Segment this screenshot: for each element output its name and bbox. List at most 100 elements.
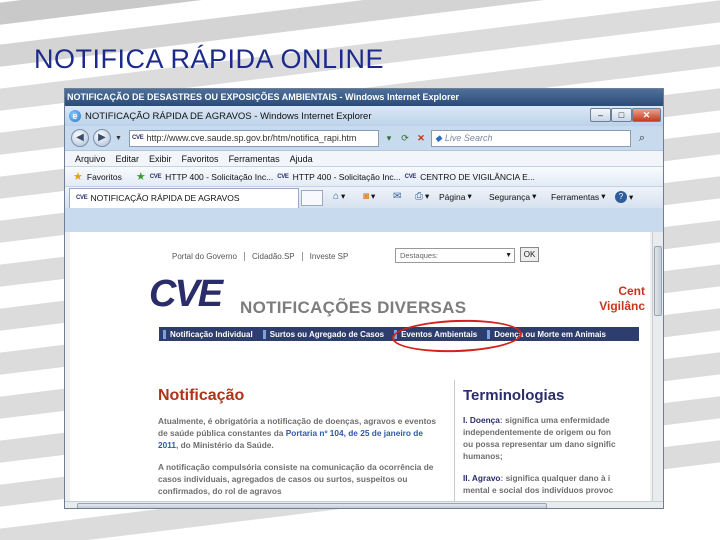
term-doenca-line: : significa uma enfermidade bbox=[499, 415, 610, 425]
cve-logo: CVE bbox=[149, 273, 223, 315]
browser-screenshot: NOTIFICAÇÃO DE DESASTRES OU EXPOSIÇÕES A… bbox=[64, 88, 664, 509]
print-icon: ⎙ bbox=[415, 191, 423, 202]
menu-favoritos[interactable]: Favoritos bbox=[182, 154, 219, 164]
highlight-circle bbox=[391, 317, 523, 355]
add-favorite-icon[interactable]: ★ bbox=[136, 170, 146, 183]
notificacao-paragraph-1: Atualmente, é obrigatória a notificação … bbox=[158, 415, 438, 451]
term-doenca: I. Doença: significa uma enfermidade ind… bbox=[463, 414, 650, 462]
fav-favicon-icon: CVE bbox=[277, 173, 289, 180]
horizontal-scroll-thumb[interactable] bbox=[77, 503, 547, 508]
slide-title: NOTIFICA RÁPIDA ONLINE bbox=[34, 44, 385, 74]
link-portal-governo[interactable]: Portal do Governo bbox=[165, 252, 245, 261]
tools-menu[interactable]: Ferramentas ▾ bbox=[551, 191, 605, 202]
horizontal-scrollbar[interactable] bbox=[65, 501, 663, 508]
top-links: Portal do Governo Cidadão.SP Investe SP bbox=[165, 252, 355, 261]
ie-logo-icon: e bbox=[69, 110, 81, 122]
page-viewport: Portal do Governo Cidadão.SP Investe SP … bbox=[65, 232, 663, 508]
address-bar[interactable]: CVE http://www.cve.saude.sp.gov.br/htm/n… bbox=[129, 129, 379, 147]
p1-text-end: , do Ministério da Saúde. bbox=[176, 440, 274, 450]
help-icon: ? bbox=[615, 191, 627, 203]
new-tab-button[interactable] bbox=[301, 189, 323, 206]
favorites-bar: ★ Favoritos ★ CVE HTTP 400 - Solicitação… bbox=[65, 166, 663, 186]
destaques-select[interactable]: Destaques: ▼ bbox=[395, 248, 515, 263]
brand-right-line1: Cent bbox=[618, 284, 645, 298]
ok-button[interactable]: OK bbox=[520, 247, 539, 262]
term-doenca-line: humanos; bbox=[463, 451, 503, 461]
help-button[interactable]: ? ▾ bbox=[615, 191, 633, 203]
ie-window-title: NOTIFICAÇÃO RÁPIDA DE AGRAVOS - Windows … bbox=[85, 110, 372, 122]
tab-title: NOTIFICAÇÃO RÁPIDA DE AGRAVOS bbox=[90, 193, 240, 203]
nav-notificacao-individual[interactable]: Notificação Individual bbox=[159, 329, 259, 339]
menu-arquivo[interactable]: Arquivo bbox=[75, 154, 106, 164]
close-button[interactable]: ✕ bbox=[632, 108, 661, 122]
page-menu[interactable]: Página ▾ bbox=[439, 191, 472, 202]
feeds-button[interactable]: ◙ ▾ bbox=[363, 191, 375, 202]
history-dropdown-icon[interactable]: ▼ bbox=[115, 135, 125, 142]
nav-surtos[interactable]: Surtos ou Agregado de Casos bbox=[259, 329, 390, 339]
ie-window: e NOTIFICAÇÃO RÁPIDA DE AGRAVOS - Window… bbox=[65, 106, 663, 508]
forward-button[interactable]: ▶ bbox=[93, 129, 111, 147]
mail-button[interactable]: ✉ bbox=[393, 191, 401, 202]
maximize-button[interactable]: □ bbox=[611, 108, 632, 122]
menu-exibir[interactable]: Exibir bbox=[149, 154, 172, 164]
home-icon: ⌂ bbox=[333, 191, 340, 202]
link-cidadao-sp[interactable]: Cidadão.SP bbox=[245, 252, 303, 261]
brand-right-line2: Vigilânc bbox=[599, 299, 645, 313]
notificacao-section: Notificação Atualmente, é obrigatória a … bbox=[158, 387, 438, 497]
term-doenca-line: independentemente de origem ou fon bbox=[463, 427, 611, 437]
fav-favicon-icon: CVE bbox=[149, 173, 162, 180]
nav-label: Surtos ou Agregado de Casos bbox=[269, 329, 385, 339]
page-menu-label: Página bbox=[439, 191, 466, 202]
home-button[interactable]: ⌂ ▾ bbox=[333, 191, 345, 202]
nav-bullet-icon bbox=[262, 329, 266, 339]
nav-label: Notificação Individual bbox=[170, 329, 253, 339]
web-page: Portal do Governo Cidadão.SP Investe SP … bbox=[70, 232, 650, 508]
tab-notificacao[interactable]: CVE NOTIFICAÇÃO RÁPIDA DE AGRAVOS bbox=[69, 187, 299, 208]
favorites-star-icon: ★ bbox=[73, 171, 83, 183]
vertical-scrollbar[interactable] bbox=[652, 232, 663, 502]
address-dropdown-icon[interactable]: ▾ bbox=[383, 133, 395, 144]
tab-favicon-icon: CVE bbox=[76, 195, 88, 201]
fav-favicon-icon: CVE bbox=[404, 173, 417, 180]
address-url: http://www.cve.saude.sp.gov.br/htm/notif… bbox=[146, 132, 357, 143]
column-divider bbox=[454, 380, 455, 508]
back-button[interactable]: ◀ bbox=[71, 129, 89, 147]
minimize-button[interactable]: – bbox=[590, 108, 611, 122]
favorites-button[interactable]: Favoritos bbox=[87, 172, 122, 182]
stop-icon[interactable]: ✕ bbox=[415, 133, 427, 144]
term-agravo: II. Agravo: significa qualquer dano à i … bbox=[463, 472, 650, 496]
term-agravo-label: II. Agravo bbox=[463, 473, 501, 483]
address-row: ◀ ▶ ▼ CVE http://www.cve.saude.sp.gov.br… bbox=[65, 126, 663, 150]
destaques-label: Destaques: bbox=[400, 251, 438, 260]
term-doenca-label: I. Doença bbox=[463, 415, 500, 425]
link-investe-sp[interactable]: Investe SP bbox=[303, 252, 356, 261]
term-agravo-line: mental e social dos indivíduos provoc bbox=[463, 485, 614, 495]
terminologias-title: Terminologias bbox=[463, 387, 565, 404]
site-favicon-icon: CVE bbox=[132, 134, 144, 141]
print-button[interactable]: ⎙ ▾ bbox=[415, 191, 429, 202]
rss-icon: ◙ bbox=[363, 191, 370, 202]
term-agravo-line: : significa qualquer dano à i bbox=[500, 473, 611, 483]
nav-bullet-icon bbox=[163, 329, 166, 339]
favorite-link-3[interactable]: CENTRO DE VIGILÂNCIA E... bbox=[420, 172, 535, 182]
term-doenca-line: ou possa representar um dano signific bbox=[463, 439, 616, 449]
menu-ajuda[interactable]: Ajuda bbox=[290, 154, 313, 164]
notificacao-paragraph-2: A notificação compulsória consiste na co… bbox=[158, 462, 434, 496]
favorite-link-2[interactable]: HTTP 400 - Solicitação Inc... bbox=[293, 172, 401, 182]
vertical-scroll-thumb[interactable] bbox=[654, 246, 662, 316]
live-search-placeholder: Live Search bbox=[444, 132, 493, 143]
terminologias-section: Terminologias I. Doença: significa uma e… bbox=[463, 387, 650, 506]
favorite-link-1[interactable]: HTTP 400 - Solicitação Inc... bbox=[165, 172, 273, 182]
tools-menu-label: Ferramentas bbox=[551, 191, 600, 202]
live-search-input[interactable]: ◆ Live Search bbox=[431, 129, 631, 147]
search-icon[interactable]: ⌕ bbox=[635, 132, 649, 145]
security-menu[interactable]: Segurança ▾ bbox=[489, 191, 536, 202]
live-search-logo-icon: ◆ bbox=[435, 132, 442, 143]
menu-ferramentas[interactable]: Ferramentas bbox=[229, 154, 280, 164]
refresh-icon[interactable]: ⟳ bbox=[399, 133, 411, 144]
security-menu-label: Segurança bbox=[489, 191, 531, 202]
brand-right: Cent Vigilânc bbox=[599, 284, 645, 314]
menu-editar[interactable]: Editar bbox=[116, 154, 140, 164]
notificacao-title: Notificação bbox=[158, 387, 245, 404]
tab-row: CVE NOTIFICAÇÃO RÁPIDA DE AGRAVOS ⌂ ▾ ◙ ▾ … bbox=[65, 186, 663, 208]
